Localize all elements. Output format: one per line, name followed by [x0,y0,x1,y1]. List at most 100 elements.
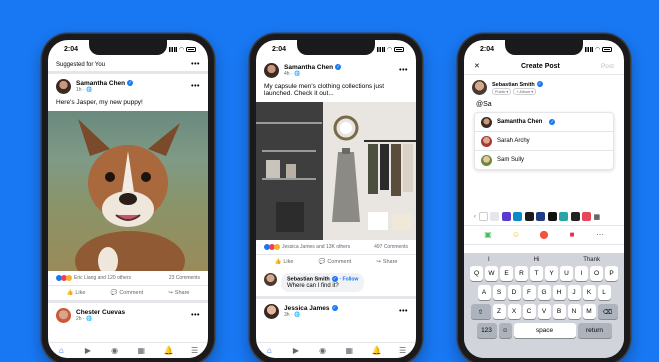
key[interactable]: V [537,304,551,319]
avatar[interactable] [264,303,279,319]
comments-count[interactable]: 497 Comments [374,244,408,250]
avatar[interactable] [56,308,71,323]
more-options-icon[interactable]: ••• [191,61,200,68]
key[interactable]: O [590,266,603,281]
marketplace-icon[interactable]: ▦ [345,346,354,355]
key[interactable]: P [605,266,618,281]
bg-swatch[interactable] [536,212,545,221]
follow-button[interactable]: · Follow [339,277,358,283]
groups-icon[interactable]: ◉ [110,346,119,355]
share-button[interactable]: ↪ Share [168,290,189,296]
close-icon[interactable]: ✕ [474,62,480,70]
watch-icon[interactable]: ▶ [83,346,92,355]
avatar[interactable] [56,79,71,94]
album-selector[interactable]: + Album ▾ [513,87,537,95]
space-key[interactable]: space [513,323,576,338]
more-options-icon[interactable]: ••• [191,312,200,319]
numbers-key[interactable]: 123 [476,323,497,338]
more-options-icon[interactable]: ••• [399,67,408,74]
key[interactable]: S [492,285,506,300]
menu-icon[interactable]: ☰ [398,346,407,355]
key[interactable]: J [567,285,581,300]
comment-button[interactable]: 💬 Comment [318,259,351,265]
key[interactable]: Z [492,304,506,319]
reactions-summary[interactable]: Jessica James and 13K others 497 Comment… [256,240,416,254]
post-input[interactable]: @Sa [464,100,624,112]
emoji-key-icon[interactable]: ☺ [498,323,512,338]
home-icon[interactable]: ⌂ [265,346,274,355]
mention-item[interactable]: Sarah Archy [475,132,613,151]
comment-button[interactable]: 💬 Comment [110,290,143,296]
key[interactable]: E [500,266,513,281]
key[interactable]: I [575,266,588,281]
post-author[interactable]: Samantha Chen [76,80,125,87]
avatar[interactable] [264,273,277,286]
key[interactable]: R [515,266,528,281]
photo-icon[interactable]: ▣ [483,230,493,240]
puppy-photo[interactable] [48,111,208,271]
bg-swatch[interactable] [524,212,534,221]
notifications-icon[interactable]: 🔔 [371,346,381,355]
aa-icon[interactable]: ‹ [474,214,476,220]
key[interactable]: H [552,285,566,300]
bg-swatch[interactable] [513,212,522,221]
post-button[interactable]: Post [601,63,614,70]
backspace-key-icon[interactable]: ⌫ [597,304,618,319]
bg-swatch[interactable] [478,212,488,221]
groups-icon[interactable]: ◉ [318,346,327,355]
shift-key-icon[interactable]: ⇧ [470,304,491,319]
return-key[interactable]: return [577,323,612,338]
audience-selector[interactable]: Public ▾ [492,87,512,95]
home-icon[interactable]: ⌂ [57,346,66,355]
key[interactable]: K [582,285,596,300]
bg-swatch[interactable] [559,212,568,221]
key[interactable]: W [485,266,498,281]
avatar[interactable] [264,63,279,78]
key[interactable]: B [552,304,566,319]
like-button[interactable]: 👍 Like [275,259,294,265]
mention-item[interactable]: Sam Sully [475,151,613,169]
like-button[interactable]: 👍 Like [67,290,86,296]
key[interactable]: U [560,266,573,281]
key[interactable]: N [567,304,581,319]
bg-swatch[interactable] [570,212,580,221]
key[interactable]: T [530,266,543,281]
bg-swatch[interactable] [582,212,591,221]
suggestion[interactable]: Hi [534,257,540,263]
suggestion[interactable]: I [488,257,490,263]
comment-author[interactable]: Sebastian Smith [287,277,330,283]
bg-swatch[interactable] [490,212,499,221]
more-options-icon[interactable]: ••• [191,83,200,90]
share-button[interactable]: ↪ Share [376,259,397,265]
key[interactable]: A [477,285,491,300]
key[interactable]: F [522,285,536,300]
key[interactable]: M [582,304,596,319]
marketplace-icon[interactable]: ▦ [137,346,146,355]
menu-icon[interactable]: ☰ [190,346,199,355]
more-icon[interactable]: ⋯ [595,230,605,240]
key[interactable]: X [507,304,521,319]
key[interactable]: Y [545,266,558,281]
key[interactable]: G [537,285,551,300]
key[interactable]: L [597,285,611,300]
key[interactable]: C [522,304,536,319]
suggestion[interactable]: Thank [583,257,600,263]
watch-icon[interactable]: ▶ [291,346,300,355]
bg-swatch[interactable] [501,212,511,221]
mention-item[interactable]: Samantha Chen ✓ [475,113,613,132]
live-video-icon[interactable]: ■ [567,230,577,240]
reactions-summary[interactable]: Eric Liang and 120 others 23 Comments [48,271,208,285]
more-options-icon[interactable]: ••• [399,308,408,315]
feeling-icon[interactable]: ☺ [511,230,521,240]
grid-icon[interactable]: ▦ [594,213,601,221]
next-post-author[interactable]: Jessica James [284,305,330,312]
post-author[interactable]: Samantha Chen [284,64,333,71]
comments-count[interactable]: 23 Comments [169,275,200,281]
location-icon[interactable]: ⬤ [539,230,549,240]
closet-photo[interactable] [256,102,416,240]
key[interactable]: D [507,285,521,300]
key[interactable]: Q [470,266,483,281]
next-post-author[interactable]: Chester Cuevas [76,309,125,316]
bg-swatch[interactable] [547,212,557,221]
notifications-icon[interactable]: 🔔 [163,346,173,355]
